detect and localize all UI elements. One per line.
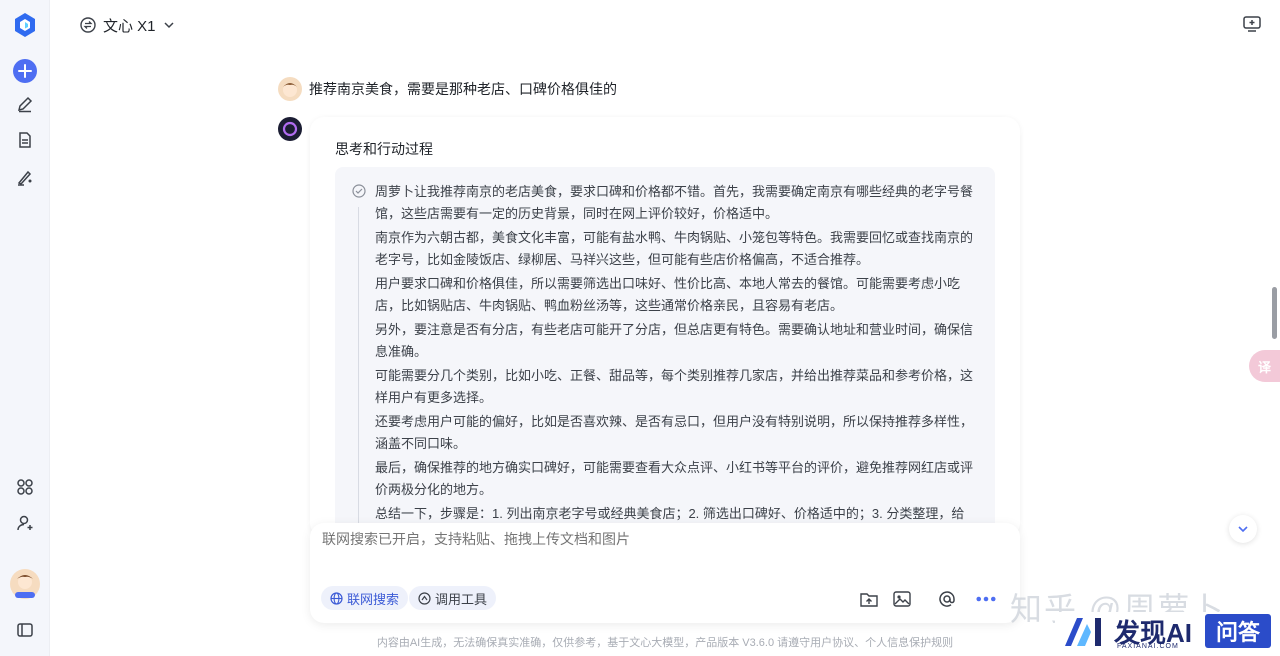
app-logo-icon[interactable] xyxy=(10,10,40,40)
thinking-paragraph: 最后，确保推荐的地方确实口碑好，可能需要查看大众点评、小红书等平台的评价，避免推… xyxy=(375,460,974,497)
brand-badge: 发现AI FAXIANAI.COM 问答 xyxy=(1055,612,1280,656)
brand-domain: FAXIANAI.COM xyxy=(1117,643,1179,650)
check-circle-icon xyxy=(352,184,366,198)
new-chat-button[interactable] xyxy=(10,56,40,86)
chevron-down-icon xyxy=(163,22,174,29)
bot-avatar-icon xyxy=(278,117,302,141)
scrollbar[interactable] xyxy=(1272,287,1277,339)
chat-input[interactable] xyxy=(322,531,922,547)
write-icon[interactable] xyxy=(10,89,40,119)
thinking-paragraph: 可能需要分几个类别，比如小吃、正餐、甜品等，每个类别推荐几家店，并给出推荐菜品和… xyxy=(375,368,974,405)
thinking-paragraph: 还要考虑用户可能的偏好，比如是否喜欢辣、是否有忌口，但用户没有特别说明，所以保持… xyxy=(375,414,974,451)
more-icon[interactable] xyxy=(976,589,996,609)
switch-icon xyxy=(80,17,96,33)
thinking-paragraph: 用户要求口碑和价格俱佳，所以需要筛选出口味好、性价比高、本地人常去的餐馆。可能需… xyxy=(375,276,961,313)
thinking-panel: 周萝卜让我推荐南京的老店美食，要求口碑和价格都不错。首先，我需要确定南京有哪些经… xyxy=(335,167,995,537)
answer-card: 思考和行动过程 周萝卜让我推荐南京的老店美食，要求口碑和价格都不错。首先，我需要… xyxy=(310,117,1020,537)
thinking-title[interactable]: 思考和行动过程 xyxy=(335,139,433,159)
mention-icon[interactable] xyxy=(937,589,957,609)
thinking-text: 周萝卜让我推荐南京的老店美食，要求口碑和价格都不错。首先，我需要确定南京有哪些经… xyxy=(375,181,975,537)
thinking-paragraph: 另外，要注意是否有分店，有些老店可能开了分店，但总店更有特色。需要确认地址和营业… xyxy=(375,322,974,359)
model-name: 文心 X1 xyxy=(103,17,156,35)
user-message: 推荐南京美食，需要是那种老店、口碑价格俱佳的 xyxy=(309,81,617,97)
thinking-paragraph: 周萝卜让我推荐南京的老店美食，要求口碑和价格都不错。首先，我需要确定南京有哪些经… xyxy=(375,184,974,221)
tools-toggle[interactable]: 调用工具 xyxy=(409,586,497,610)
sidebar xyxy=(0,0,50,656)
chat-input-box: 联网搜索 调用工具 xyxy=(310,523,1020,623)
add-user-icon[interactable] xyxy=(10,508,40,538)
model-switcher[interactable]: 文心 X1 xyxy=(80,12,175,38)
new-window-icon[interactable] xyxy=(1242,14,1264,36)
translate-label: 译 xyxy=(1257,359,1271,375)
image-icon[interactable] xyxy=(892,589,912,609)
web-search-toggle[interactable]: 联网搜索 xyxy=(321,586,409,610)
tool-icon xyxy=(418,591,431,605)
thinking-paragraph: 南京作为六朝古都，美食文化丰富，可能有盐水鸭、牛肉锅贴、小笼包等特色。我需要回忆… xyxy=(375,230,974,267)
translate-button[interactable]: 译 xyxy=(1249,350,1280,382)
upload-file-icon[interactable] xyxy=(859,589,879,609)
web-search-label: 联网搜索 xyxy=(347,591,400,607)
brand-logo-icon xyxy=(1063,616,1109,653)
document-icon[interactable] xyxy=(10,125,40,155)
chevron-down-icon xyxy=(1238,526,1248,533)
scroll-down-button[interactable] xyxy=(1229,515,1257,543)
apps-grid-icon[interactable] xyxy=(10,472,40,502)
thinking-divider xyxy=(358,207,359,537)
brand-qa-badge: 问答 xyxy=(1205,614,1271,648)
paint-icon[interactable] xyxy=(10,162,40,192)
user-avatar xyxy=(278,77,302,101)
avatar[interactable] xyxy=(9,568,41,600)
tools-label: 调用工具 xyxy=(435,591,488,607)
globe-icon xyxy=(330,591,343,605)
